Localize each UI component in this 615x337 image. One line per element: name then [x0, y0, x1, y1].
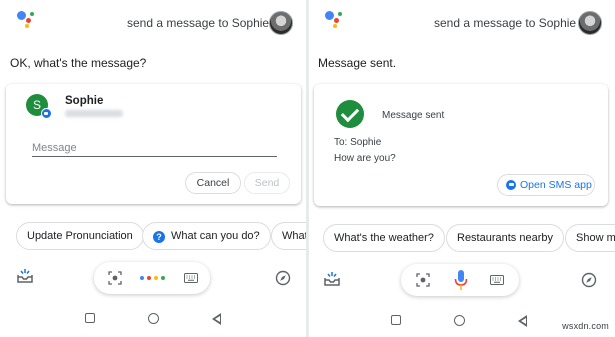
chip-whats-the-weather[interactable]: What's the weather?: [323, 224, 445, 252]
nav-home-button[interactable]: [454, 315, 465, 326]
assistant-response: Message sent.: [318, 56, 397, 70]
check-circle-icon: [336, 100, 364, 128]
input-bar: [401, 264, 519, 296]
mic-icon[interactable]: [454, 269, 468, 291]
lens-icon[interactable]: [416, 273, 430, 287]
sms-icon: [506, 180, 516, 190]
chip-show-more[interactable]: Show m: [565, 224, 615, 252]
sent-status: Message sent: [382, 110, 445, 121]
account-avatar[interactable]: [578, 11, 602, 35]
recipient: To: Sophie: [334, 137, 382, 148]
google-assistant-logo: [323, 9, 343, 29]
chip-restaurants-nearby[interactable]: Restaurants nearby: [446, 224, 564, 252]
keyboard-icon[interactable]: [490, 275, 504, 285]
compass-icon[interactable]: [581, 272, 597, 288]
open-sms-app-label: Open SMS app: [520, 179, 592, 191]
user-query: send a message to Sophie: [434, 16, 577, 30]
tray-icon[interactable]: [323, 271, 341, 287]
nav-back-button[interactable]: [518, 315, 527, 327]
message-body: How are you?: [334, 153, 396, 164]
right-screen: send a message to Sophie Message sent. M…: [0, 0, 615, 337]
open-sms-app-button[interactable]: Open SMS app: [497, 174, 595, 196]
watermark: wsxdn.com: [562, 321, 609, 331]
nav-recents-button[interactable]: [391, 315, 401, 325]
